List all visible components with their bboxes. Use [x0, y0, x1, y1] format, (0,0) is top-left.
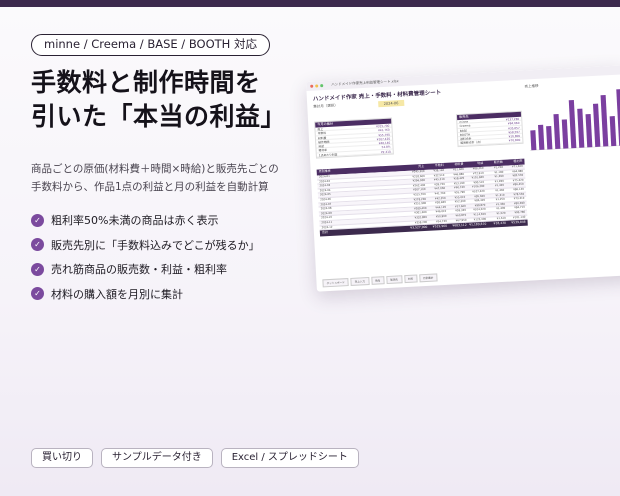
- platform-badge: minne / Creema / BASE / BOOTH 対応: [31, 34, 270, 56]
- feature-text: 売れ筋商品の販売数・利益・粗利率: [51, 263, 227, 277]
- feature-list: ✓ 粗利率50%未満の商品は赤く表示 ✓ 販売先別に「手数料込みでどこが残るか」 ✓…: [31, 208, 260, 306]
- table-footer-cell: ¥683,112: [452, 222, 467, 228]
- panel-row-label: 手数料: [317, 131, 327, 136]
- month-value: 2024-06: [377, 99, 405, 108]
- panel-row-value: ¥35,657: [508, 125, 520, 131]
- chart-bar: [577, 108, 585, 148]
- table-footer-cell: ¥3,527,000: [410, 224, 428, 230]
- top-accent-bar: [0, 0, 620, 7]
- check-icon: ✓: [31, 238, 44, 252]
- table-footer-cell: ¥539,846: [511, 219, 526, 225]
- headline-line-2: 引いた「本当の利益」: [31, 102, 287, 131]
- summary-panel: 今月の集計 売上 ¥315,700 手数料 ¥41,760 材料費 ¥55,790 制作時間…: [314, 117, 394, 159]
- chart-bar: [553, 114, 561, 150]
- chip-sample-data: サンプルデータ付き: [101, 448, 213, 468]
- panel-row-label: 送料合計: [460, 136, 472, 142]
- chip-buyout: 買い切り: [31, 448, 93, 468]
- panel-row-value: ¥58,597: [508, 129, 521, 135]
- description-line-2: 手数料から、作品1点の利益と月の利益を自動計算: [31, 181, 269, 193]
- sheet-tab[interactable]: ダッシュボード: [322, 278, 349, 288]
- minimize-dot-icon: [315, 84, 319, 88]
- feature-text: 材料の購入額を月別に集計: [51, 287, 183, 301]
- sheet-tab[interactable]: 売上入力: [350, 276, 370, 286]
- chart-bar: [530, 130, 537, 151]
- panel-row-label: BOOTH: [459, 132, 471, 137]
- sheet-tab[interactable]: 月別集計: [418, 273, 438, 283]
- sheet-tab[interactable]: 材料: [403, 274, 418, 284]
- feature-text: 粗利率50%未満の商品は赤く表示: [51, 214, 219, 228]
- month-label: 集計月（選択）: [313, 103, 338, 109]
- check-icon: ✓: [31, 287, 44, 301]
- panel-row-label: 販売数合計（点）: [460, 140, 483, 146]
- check-icon: ✓: [31, 213, 44, 227]
- panel-row-value: ¥41,760: [377, 127, 390, 133]
- panel-row-value: ¥46,140: [378, 140, 391, 146]
- chart-bar: [616, 89, 620, 146]
- check-icon: ✓: [31, 262, 44, 276]
- description: 商品ごとの原価(材料費＋時間×時給)と販売先ごとの 手数料から、作品1点の利益と…: [31, 160, 301, 196]
- panel-row-label: 材料費: [317, 135, 327, 141]
- sheet-tab[interactable]: 商品: [370, 276, 385, 285]
- chart-bar: [592, 103, 601, 147]
- panel-row-label: 利益: [318, 144, 325, 149]
- feature-item: ✓ 粗利率50%未満の商品は赤く表示: [31, 208, 260, 233]
- headline-line-1: 手数料と制作時間を: [31, 68, 261, 97]
- sheet-tabs: ダッシュボード 売上入力 商品 販売先 材料 月別集計: [322, 273, 438, 288]
- panel-row-label: minne: [459, 119, 469, 125]
- panel-row-value: ¥2,310: [380, 149, 391, 154]
- chart-bar: [600, 94, 609, 147]
- maximize-dot-icon: [320, 84, 324, 88]
- panel-row-label: Creema: [459, 123, 471, 129]
- spreadsheet-mockup: ハンドメイド作家売上利益管理シート.xlsx ハンドメイド作家 売上・手数料・材…: [306, 65, 620, 292]
- spreadsheet-window: ハンドメイド作家売上利益管理シート.xlsx ハンドメイド作家 売上・手数料・材…: [306, 65, 620, 292]
- panel-row-label: 制作時間: [318, 139, 330, 145]
- table-footer-cell: ¥1,189,870: [469, 221, 487, 227]
- panel-row-label: 売上: [317, 127, 324, 132]
- chart-bar: [585, 114, 593, 148]
- headline: 手数料と制作時間を 引いた「本当の利益」: [31, 66, 286, 134]
- feature-item: ✓ 材料の購入額を月別に集計: [31, 282, 260, 307]
- table-footer-cell: ¥519,960: [432, 223, 448, 229]
- channel-panel: 販売先 minne ¥137,280 Creema ¥84,060 BASE ¥35,65…: [455, 110, 524, 147]
- feature-item: ✓ 売れ筋商品の販売数・利益・粗利率: [31, 257, 260, 282]
- panel-row-value: 54.8%: [381, 145, 391, 150]
- panel-row-value: ¥10,800: [508, 134, 521, 139]
- chart-bar: [538, 124, 545, 150]
- panel-row-value: ¥55,790: [378, 132, 390, 137]
- sales-bar-chart: [529, 89, 620, 151]
- panel-row-label: 粗利率: [318, 148, 328, 153]
- chart-bar: [561, 119, 569, 149]
- panel-row-label: BASE: [459, 128, 468, 133]
- chip-format: Excel / スプレッドシート: [220, 448, 359, 468]
- chart-bar: [609, 116, 617, 147]
- tag-chips: 買い切り サンプルデータ付き Excel / スプレッドシート: [31, 448, 359, 468]
- monthly-table: 月別推移 売上 手数料 材料費 利益 販売数 粗利率 2024-01 ¥245,300 ¥38,…: [316, 158, 528, 237]
- description-line-1: 商品ごとの原価(材料費＋時間×時給)と販売先ごとの: [31, 163, 279, 175]
- close-dot-icon: [310, 84, 314, 88]
- table-footer-cell: ¥18,430: [493, 220, 507, 226]
- panel-row-label: 1点あたり利益: [318, 152, 338, 158]
- sheet-tab[interactable]: 販売先: [385, 275, 403, 285]
- feature-text: 販売先別に「手数料込みでどこが残るか」: [51, 238, 260, 252]
- panel-row-value: ¥70,800: [508, 138, 521, 143]
- feature-item: ✓ 販売先別に「手数料込みでどこが残るか」: [31, 233, 260, 258]
- chart-title: 売上推移: [524, 83, 539, 89]
- chart-bar: [568, 99, 577, 149]
- panel-row-value: ¥84,060: [507, 121, 520, 126]
- chart-bar: [546, 126, 553, 150]
